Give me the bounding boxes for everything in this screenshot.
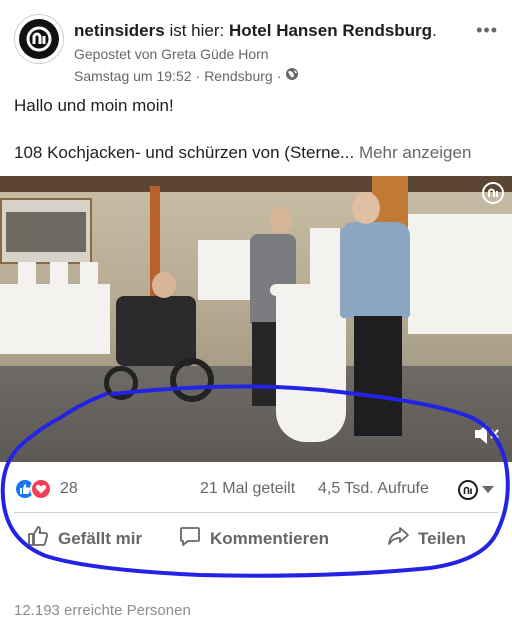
like-button[interactable]: Gefällt mir — [26, 524, 142, 553]
reactions-summary[interactable]: 28 — [14, 478, 78, 500]
post-timestamp[interactable]: Samstag um 19:52 — [74, 68, 192, 84]
thumbs-up-icon — [26, 524, 50, 553]
meta-separator: · — [195, 67, 201, 84]
more-options-button[interactable]: ••• — [476, 20, 498, 41]
video-scene-person-wheelchair — [116, 296, 196, 366]
globe-icon — [285, 67, 299, 84]
video-scene-table — [0, 284, 110, 354]
video-scene-jacket — [18, 262, 36, 292]
checkin-text: ist hier: — [169, 21, 225, 40]
show-more-link[interactable]: Mehr anzeigen — [359, 143, 471, 162]
video-scene-wheel — [170, 358, 214, 402]
video-scene-photo — [6, 212, 86, 252]
video-scene-ceiling — [0, 176, 512, 192]
share-count[interactable]: 21 Mal geteilt — [200, 480, 295, 498]
mute-toggle-icon[interactable] — [472, 420, 502, 448]
video-scene-legs — [354, 316, 402, 436]
post-actions: Gefällt mir Kommentieren Teilen — [0, 520, 512, 556]
video-scene-person-blue — [340, 222, 410, 318]
reaction-count: 28 — [60, 480, 78, 497]
location-link[interactable]: Hotel Hansen Rendsburg — [229, 21, 432, 40]
posted-by[interactable]: Gepostet von Greta Güde Horn — [74, 46, 269, 62]
reactions-stats-bar: 28 21 Mal geteilt 4,5 Tsd. Aufrufe — [0, 474, 512, 504]
video-scene-jacket-rack — [408, 214, 512, 334]
love-reaction-icon — [30, 478, 52, 500]
post-place[interactable]: Rendsburg — [204, 68, 273, 84]
video-scene-jacket — [50, 262, 68, 292]
post-header: netinsiders ist hier: Hotel Hansen Rends… — [0, 0, 512, 92]
comment-button[interactable]: Kommentieren — [178, 524, 329, 553]
video-watermark-icon — [482, 182, 504, 204]
page-profile-icon[interactable] — [458, 480, 478, 500]
page-avatar[interactable] — [14, 14, 64, 64]
video-scene-head — [270, 206, 292, 234]
netinsiders-logo-icon — [19, 19, 59, 59]
comment-icon — [178, 524, 202, 553]
post-meta: Samstag um 19:52 · Rendsburg · — [74, 67, 299, 84]
post-body: 108 Kochjacken- und schürzen von (Sterne… — [14, 143, 471, 163]
title-suffix: . — [432, 21, 437, 40]
video-scene-wheel — [104, 366, 138, 400]
like-button-label: Gefällt mir — [58, 528, 143, 548]
reach-count[interactable]: 12.193 erreichte Personen — [14, 602, 191, 619]
comment-button-label: Kommentieren — [210, 528, 330, 548]
view-count: 4,5 Tsd. Aufrufe — [318, 480, 429, 497]
post-title: netinsiders ist hier: Hotel Hansen Rends… — [74, 20, 437, 42]
video-scene-head — [152, 272, 176, 298]
video-scene-jacket — [80, 262, 98, 292]
chevron-down-icon[interactable] — [482, 486, 494, 493]
share-button[interactable]: Teilen — [386, 524, 466, 553]
video-player[interactable] — [0, 176, 512, 462]
share-button-label: Teilen — [418, 528, 466, 548]
meta-separator-2: · — [276, 67, 282, 84]
post-body-text: 108 Kochjacken- und schürzen von (Sterne… — [14, 143, 355, 162]
video-scene-jackets — [198, 240, 254, 300]
divider — [14, 512, 498, 513]
post-greeting: Hallo und moin moin! — [14, 96, 174, 115]
video-scene-head — [352, 192, 380, 224]
share-arrow-icon — [386, 524, 410, 553]
page-name-link[interactable]: netinsiders — [74, 21, 165, 40]
video-scene-tablecloth — [276, 292, 346, 442]
